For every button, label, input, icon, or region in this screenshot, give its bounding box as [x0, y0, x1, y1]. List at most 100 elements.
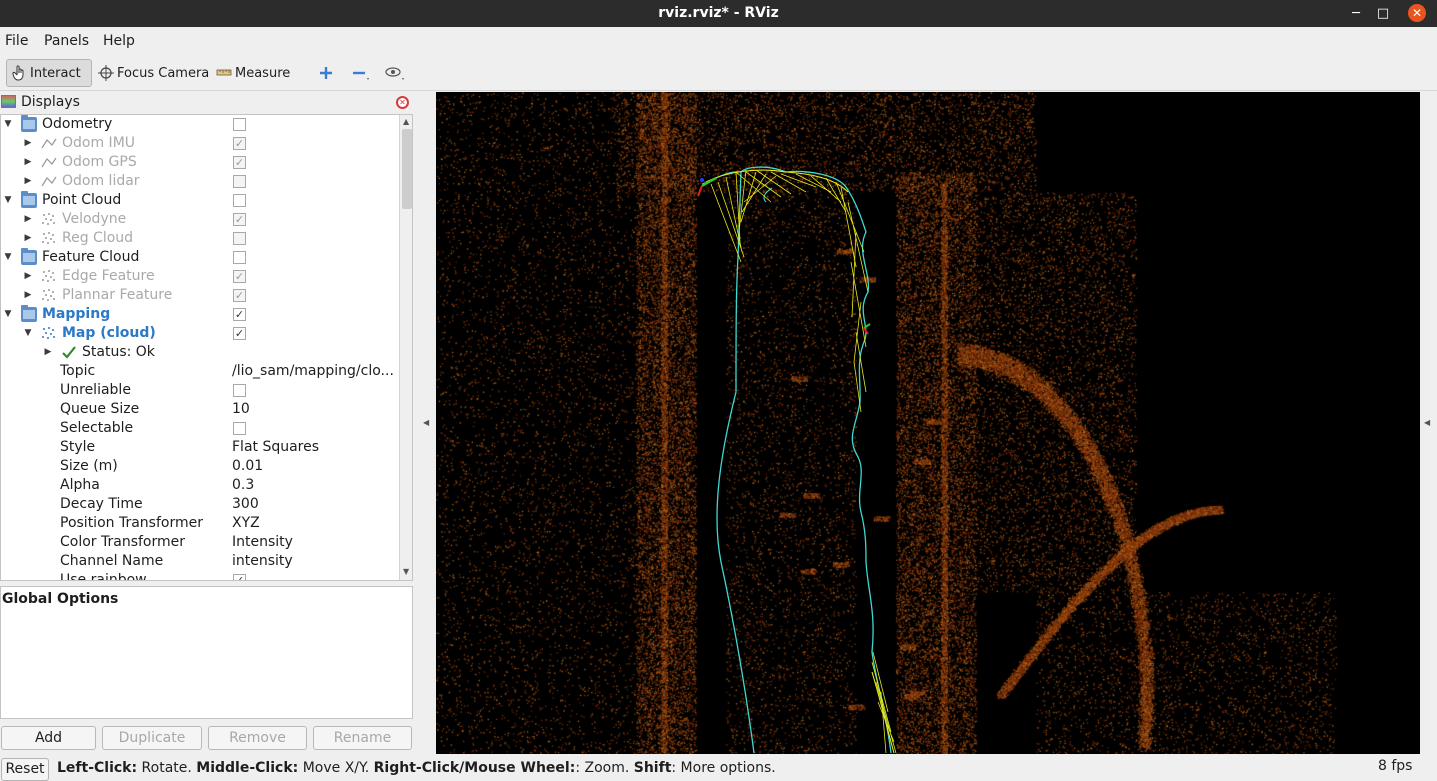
property-row[interactable]: Size (m) 0.01 — [1, 457, 399, 476]
property-row[interactable]: Alpha 0.3 — [1, 476, 399, 495]
property-row[interactable]: Queue Size 10 — [1, 400, 399, 419]
hand-icon — [11, 65, 27, 81]
maximize-button[interactable]: □ — [1374, 4, 1392, 22]
collapsed-arrow-icon[interactable]: ▶ — [23, 175, 33, 187]
enable-checkbox[interactable]: ✓ — [233, 156, 246, 169]
focus-camera-label: Focus Camera — [117, 65, 210, 81]
collapsed-arrow-icon[interactable]: ▶ — [23, 137, 33, 149]
remove-tool-button[interactable] — [347, 59, 374, 87]
property-value[interactable]: 0.01 — [232, 458, 400, 474]
property-value[interactable]: 0.3 — [232, 477, 400, 493]
tree-row[interactable]: ▼ Mapping ✓ — [1, 305, 399, 324]
property-name: Topic — [60, 363, 96, 379]
measure-tool[interactable]: Measure — [212, 59, 294, 87]
property-row[interactable]: Decay Time 300 — [1, 495, 399, 514]
enable-checkbox[interactable]: ✓ — [233, 213, 246, 226]
tree-row[interactable]: ▶ Odom IMU ✓ — [1, 134, 399, 153]
property-row[interactable]: Channel Name intensity — [1, 552, 399, 571]
tree-row[interactable]: ▶ Plannar Feature ✓ — [1, 286, 399, 305]
property-name: Size (m) — [60, 458, 118, 474]
tree-row[interactable]: ▶ Status: Ok — [1, 343, 399, 362]
tree-row[interactable]: ▼ Point Cloud — [1, 191, 399, 210]
collapsed-arrow-icon[interactable]: ▶ — [43, 346, 53, 358]
collapsed-arrow-icon[interactable]: ▶ — [23, 289, 33, 301]
enable-checkbox[interactable] — [233, 251, 246, 264]
3d-view[interactable] — [436, 92, 1420, 754]
expanded-arrow-icon[interactable]: ▼ — [3, 194, 13, 206]
property-value[interactable]: intensity — [232, 553, 400, 569]
property-row[interactable]: Position Transformer XYZ — [1, 514, 399, 533]
enable-checkbox[interactable] — [233, 175, 246, 188]
tree-row[interactable]: ▼ Map (cloud) ✓ — [1, 324, 399, 343]
scroll-up-icon[interactable]: ▲ — [403, 117, 409, 126]
property-row[interactable]: Use rainbow ✓ — [1, 571, 399, 580]
reset-button[interactable]: Reset — [1, 758, 49, 781]
property-value[interactable]: 10 — [232, 401, 400, 417]
collapsed-arrow-icon[interactable]: ▶ — [23, 156, 33, 168]
tree-row[interactable]: ▶ Odom lidar — [1, 172, 399, 191]
tree-row-label: Reg Cloud — [62, 230, 134, 246]
displays-tree[interactable]: ▼ Odometry ▶ Odom IMU ✓ ▶ Odom GPS ✓ ▶ Odom lidar… — [0, 114, 413, 581]
tree-row-label: Odom GPS — [62, 154, 137, 170]
menu-help[interactable]: Help — [103, 33, 135, 49]
view-tool-button[interactable] — [380, 59, 407, 87]
panel-close-icon[interactable]: ✕ — [396, 96, 409, 109]
tree-row[interactable]: ▶ Reg Cloud — [1, 229, 399, 248]
tree-scrollbar[interactable]: ▲ ▼ — [399, 115, 412, 580]
property-checkbox[interactable] — [233, 384, 246, 397]
collapsed-arrow-icon[interactable]: ▶ — [23, 270, 33, 282]
focus-camera-tool[interactable]: Focus Camera — [94, 59, 213, 87]
duplicate-button[interactable]: Duplicate — [102, 726, 202, 750]
enable-checkbox[interactable]: ✓ — [233, 270, 246, 283]
add-button[interactable]: Add — [1, 726, 96, 750]
expanded-arrow-icon[interactable]: ▼ — [3, 251, 13, 263]
enable-checkbox[interactable] — [233, 118, 246, 131]
property-checkbox[interactable] — [233, 422, 246, 435]
property-row[interactable]: Style Flat Squares — [1, 438, 399, 457]
enable-checkbox[interactable]: ✓ — [233, 308, 246, 321]
collapse-left-icon[interactable]: ◀ — [423, 418, 429, 427]
property-value[interactable]: /lio_sam/mapping/clo... — [232, 363, 400, 379]
enable-checkbox[interactable]: ✓ — [233, 289, 246, 302]
menu-file[interactable]: File — [5, 33, 28, 49]
enable-checkbox[interactable]: ✓ — [233, 327, 246, 340]
property-row[interactable]: Selectable — [1, 419, 399, 438]
collapse-right-icon[interactable]: ◀ — [1424, 418, 1430, 427]
rename-button[interactable]: Rename — [313, 726, 412, 750]
property-value[interactable]: Intensity — [232, 534, 400, 550]
tree-row[interactable]: ▶ Edge Feature ✓ — [1, 267, 399, 286]
minimize-button[interactable]: ─ — [1347, 4, 1365, 22]
property-row[interactable]: Color Transformer Intensity — [1, 533, 399, 552]
tree-row[interactable]: ▶ Odom GPS ✓ — [1, 153, 399, 172]
monitor-icon — [1, 95, 16, 108]
right-splitter[interactable]: ◀ — [1420, 92, 1437, 757]
close-button[interactable]: ✕ — [1408, 4, 1426, 22]
robot-axes — [696, 177, 871, 335]
property-checkbox[interactable]: ✓ — [233, 574, 246, 580]
expanded-arrow-icon[interactable]: ▼ — [3, 308, 13, 320]
tree-row[interactable]: ▶ Velodyne ✓ — [1, 210, 399, 229]
tree-row[interactable]: ▼ Odometry — [1, 115, 399, 134]
add-tool-button[interactable] — [314, 59, 341, 87]
property-row[interactable]: Unreliable — [1, 381, 399, 400]
property-value[interactable]: 300 — [232, 496, 400, 512]
scroll-down-icon[interactable]: ▼ — [403, 567, 409, 576]
collapsed-arrow-icon[interactable]: ▶ — [23, 213, 33, 225]
remove-button[interactable]: Remove — [208, 726, 307, 750]
property-name: Selectable — [60, 420, 134, 436]
expanded-arrow-icon[interactable]: ▼ — [3, 118, 13, 130]
tree-row[interactable]: ▼ Feature Cloud — [1, 248, 399, 267]
interact-tool[interactable]: Interact — [6, 59, 92, 87]
property-value[interactable]: XYZ — [232, 515, 400, 531]
property-value[interactable]: Flat Squares — [232, 439, 400, 455]
collapsed-arrow-icon[interactable]: ▶ — [23, 232, 33, 244]
scroll-thumb[interactable] — [402, 129, 412, 209]
plus-icon — [318, 65, 334, 81]
expanded-arrow-icon[interactable]: ▼ — [23, 327, 33, 339]
menu-panels[interactable]: Panels — [44, 33, 89, 49]
enable-checkbox[interactable] — [233, 232, 246, 245]
splitter[interactable]: ◀ — [415, 92, 436, 757]
enable-checkbox[interactable] — [233, 194, 246, 207]
enable-checkbox[interactable]: ✓ — [233, 137, 246, 150]
property-row[interactable]: Topic/lio_sam/mapping/clo... — [1, 362, 399, 381]
